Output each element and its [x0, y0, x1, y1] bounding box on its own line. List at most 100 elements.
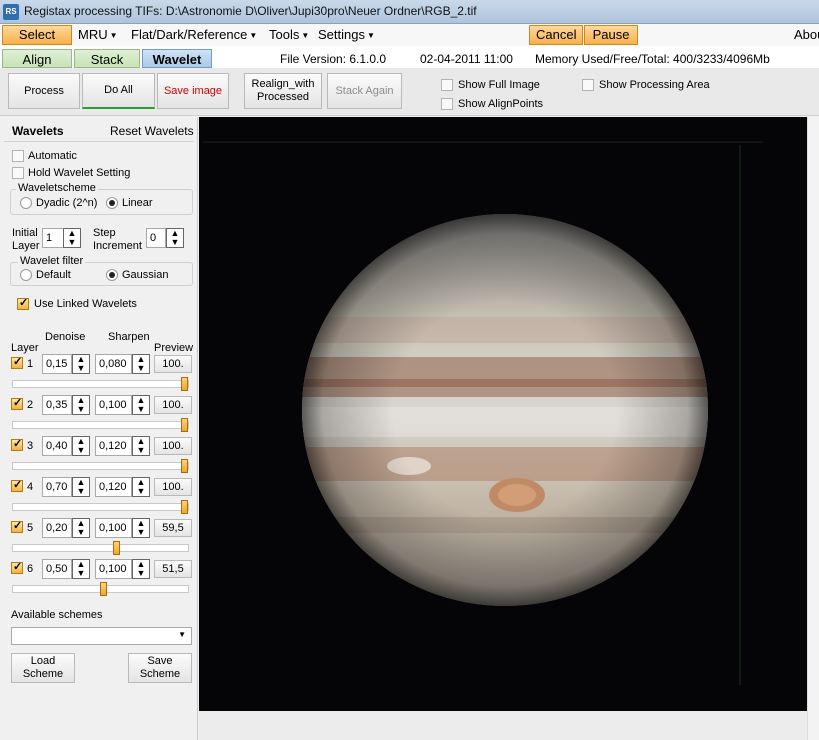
mru-menu[interactable]: MRU ▼: [72, 25, 124, 45]
sharpen-stepper[interactable]: ▲ ▼: [132, 477, 150, 497]
denoise-input[interactable]: 0,35: [42, 395, 72, 415]
sharpen-stepper[interactable]: ▲ ▼: [132, 354, 150, 374]
sharpen-input[interactable]: 0,100: [95, 395, 132, 415]
linear-radio[interactable]: [106, 197, 118, 209]
tab-align[interactable]: Align: [2, 49, 72, 68]
layer-enable-checkbox[interactable]: [11, 478, 23, 492]
tab-wavelet[interactable]: Wavelet: [142, 49, 212, 68]
initial-layer-input[interactable]: 1: [42, 228, 64, 248]
chevron-down-icon: ▼: [249, 30, 258, 40]
pause-button[interactable]: Pause: [584, 25, 638, 45]
preview-header: Preview: [154, 342, 194, 354]
denoise-stepper[interactable]: ▲ ▼: [72, 477, 90, 497]
tools-menu[interactable]: Tools ▼: [263, 25, 315, 45]
layer-enable-checkbox[interactable]: [11, 437, 23, 451]
do-all-button[interactable]: Do All: [82, 73, 155, 109]
sharpen-stepper[interactable]: ▲ ▼: [132, 559, 150, 579]
automatic-checkbox[interactable]: [12, 150, 24, 162]
step-increment-stepper[interactable]: ▲ ▼: [166, 228, 184, 248]
reset-wavelets-button[interactable]: Reset Wavelets: [110, 124, 194, 138]
denoise-input[interactable]: 0,40: [42, 436, 72, 456]
use-linked-wavelets-checkbox[interactable]: [17, 296, 29, 310]
preview-button[interactable]: 100.: [154, 396, 192, 414]
sharpen-stepper[interactable]: ▲ ▼: [132, 436, 150, 456]
denoise-input[interactable]: 0,15: [42, 354, 72, 374]
load-scheme-label-1: Load: [30, 655, 56, 667]
denoise-input[interactable]: 0,70: [42, 477, 72, 497]
cancel-button[interactable]: Cancel: [529, 25, 583, 45]
chevron-down-icon: ▼: [301, 30, 310, 40]
about-menu[interactable]: About: [788, 25, 819, 45]
denoise-stepper[interactable]: ▲ ▼: [72, 354, 90, 374]
step-label: Step: [93, 227, 116, 239]
denoise-stepper[interactable]: ▲ ▼: [72, 395, 90, 415]
pause-label: Pause: [592, 27, 630, 42]
chevron-down-icon: ▼: [366, 30, 375, 40]
denoise-stepper[interactable]: ▲ ▼: [72, 559, 90, 579]
available-schemes-select[interactable]: ▼: [11, 627, 192, 645]
show-alignpoints-checkbox[interactable]: [441, 98, 453, 110]
layer-slider[interactable]: [12, 500, 189, 514]
sharpen-header: Sharpen: [108, 331, 150, 343]
realign-with-processed-button[interactable]: Realign_with Processed: [244, 73, 322, 109]
stack-again-button[interactable]: Stack Again: [327, 73, 402, 109]
sharpen-input[interactable]: 0,100: [95, 518, 132, 538]
process-button[interactable]: Process: [8, 73, 80, 109]
tab-row: Align Stack Wavelet File Version: 6.1.0.…: [0, 46, 819, 68]
layer-enable-checkbox[interactable]: [11, 396, 23, 410]
sharpen-input[interactable]: 0,080: [95, 354, 132, 374]
sharpen-input[interactable]: 0,120: [95, 436, 132, 456]
sharpen-stepper[interactable]: ▲ ▼: [132, 518, 150, 538]
show-full-image-checkbox[interactable]: [441, 79, 453, 91]
preview-button[interactable]: 100.: [154, 478, 192, 496]
preview-button[interactable]: 100.: [154, 355, 192, 373]
step-increment-input[interactable]: 0: [146, 228, 166, 248]
slider-thumb[interactable]: [113, 541, 120, 555]
gaussian-radio[interactable]: [106, 269, 118, 281]
toolbar: Process Do All Save image Realign_with P…: [0, 68, 819, 116]
slider-thumb[interactable]: [100, 582, 107, 596]
save-image-button[interactable]: Save image: [157, 73, 229, 109]
layer-enable-checkbox[interactable]: [11, 560, 23, 574]
default-radio[interactable]: [20, 269, 32, 281]
save-scheme-button[interactable]: Save Scheme: [128, 653, 192, 683]
layer-number: 5: [27, 522, 34, 534]
layer-slider[interactable]: [12, 541, 189, 555]
denoise-input[interactable]: 0,50: [42, 559, 72, 579]
sharpen-input[interactable]: 0,120: [95, 477, 132, 497]
denoise-stepper[interactable]: ▲ ▼: [72, 518, 90, 538]
slider-thumb[interactable]: [181, 500, 188, 514]
show-alignpoints-label: Show AlignPoints: [458, 98, 543, 110]
vertical-scrollbar[interactable]: [807, 117, 819, 740]
layer-slider[interactable]: [12, 582, 189, 596]
processed-image[interactable]: [199, 117, 807, 711]
slider-thumb[interactable]: [181, 459, 188, 473]
image-view[interactable]: [199, 117, 819, 740]
preview-button[interactable]: 59,5: [154, 519, 192, 537]
slider-thumb[interactable]: [181, 418, 188, 432]
slider-thumb[interactable]: [181, 377, 188, 391]
denoise-input[interactable]: 0,20: [42, 518, 72, 538]
hold-wavelet-checkbox[interactable]: [12, 167, 24, 179]
layer-number: 3: [27, 440, 34, 452]
layer-slider[interactable]: [12, 377, 189, 391]
layer-enable-checkbox[interactable]: [11, 519, 23, 533]
select-menu[interactable]: Select: [2, 25, 72, 45]
load-scheme-button[interactable]: Load Scheme: [11, 653, 75, 683]
preview-button[interactable]: 51,5: [154, 560, 192, 578]
wavelet-panel: Wavelets Reset Wavelets Automatic Hold W…: [0, 117, 198, 740]
denoise-stepper[interactable]: ▲ ▼: [72, 436, 90, 456]
flat-dark-reference-menu[interactable]: Flat/Dark/Reference ▼: [125, 25, 263, 45]
preview-button[interactable]: 100.: [154, 437, 192, 455]
layer-enable-checkbox[interactable]: [11, 355, 23, 369]
tab-stack[interactable]: Stack: [74, 49, 140, 68]
initial-layer-stepper[interactable]: ▲ ▼: [63, 228, 81, 248]
layer-slider[interactable]: [12, 459, 189, 473]
sharpen-stepper[interactable]: ▲ ▼: [132, 395, 150, 415]
settings-menu[interactable]: Settings ▼: [312, 25, 381, 45]
show-processing-area-checkbox[interactable]: [582, 79, 594, 91]
layer-slider[interactable]: [12, 418, 189, 432]
sharpen-input[interactable]: 0,100: [95, 559, 132, 579]
dyadic-radio[interactable]: [20, 197, 32, 209]
select-menu-label: Select: [18, 27, 56, 42]
